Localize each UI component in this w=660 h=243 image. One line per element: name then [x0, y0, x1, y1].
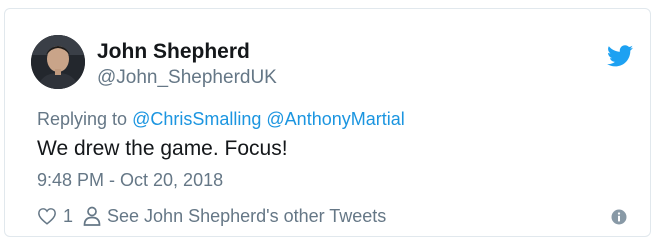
- author-handle[interactable]: @John_ShepherdUK: [97, 67, 277, 89]
- tweet-timestamp[interactable]: 9:48 PM - Oct 20, 2018: [37, 170, 223, 191]
- info-icon[interactable]: [611, 209, 627, 225]
- tweet-card: John Shepherd @John_ShepherdUK Replying …: [4, 8, 651, 237]
- other-tweets-label: See John Shepherd's other Tweets: [107, 205, 387, 226]
- author-name[interactable]: John Shepherd: [97, 40, 250, 64]
- like-button[interactable]: 1: [37, 206, 73, 227]
- divider: [6, 193, 649, 194]
- tweet-text: We drew the game. Focus!: [37, 137, 288, 160]
- person-icon: [83, 206, 101, 226]
- replying-label: Replying to: [37, 109, 128, 129]
- replying-to: Replying to @ChrisSmalling @AnthonyMarti…: [37, 109, 405, 130]
- twitter-bird-icon[interactable]: [607, 45, 633, 67]
- like-count: 1: [63, 205, 74, 226]
- avatar[interactable]: [31, 35, 85, 89]
- mention-link[interactable]: @ChrisSmalling: [132, 109, 261, 129]
- heart-icon: [38, 208, 56, 225]
- avatar-image: [31, 35, 85, 89]
- tweet-actions: 1 See John Shepherd's other Tweets: [37, 202, 386, 230]
- mention-link[interactable]: @AnthonyMartial: [266, 109, 404, 129]
- other-tweets-link[interactable]: See John Shepherd's other Tweets: [83, 206, 386, 227]
